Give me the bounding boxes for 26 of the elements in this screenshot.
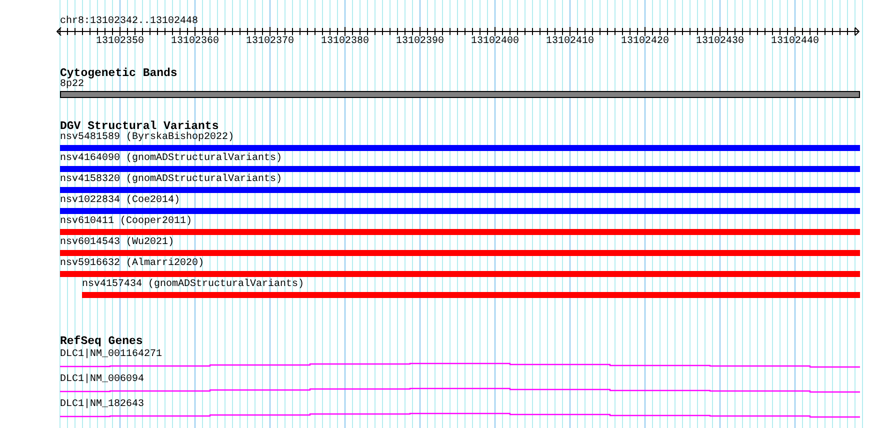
ruler-tick-label: 13102420 xyxy=(621,36,669,47)
gene-label: DLC1|NM_001164271 xyxy=(60,350,162,360)
track-title: DGV Structural Variants xyxy=(60,121,219,133)
gene-label: DLC1|NM_182643 xyxy=(60,400,144,410)
variant-label: nsv4158320 (gnomADStructuralVariants) xyxy=(60,175,282,185)
variant-label: nsv6014543 (Wu2021) xyxy=(60,238,174,248)
band-label: 8p22 xyxy=(60,80,84,90)
track-title: RefSeq Genes xyxy=(60,336,143,348)
variant-label: nsv1022834 (Coe2014) xyxy=(60,196,180,206)
ruler-tick-label: 13102430 xyxy=(696,36,744,47)
ruler-tick-label: 13102370 xyxy=(246,36,294,47)
variant-label: nsv4164090 (gnomADStructuralVariants) xyxy=(60,154,282,164)
location-label: chr8:13102342..13102448 xyxy=(60,17,198,27)
ruler-tick-label: 13102410 xyxy=(546,36,594,47)
variant-label: nsv5481589 (ByrskaBishop2022) xyxy=(60,133,234,143)
ruler-tick-label: 13102400 xyxy=(471,36,519,47)
track-title: Cytogenetic Bands xyxy=(60,68,178,80)
ruler-tick-label: 13102350 xyxy=(96,36,144,47)
variant-label: nsv4157434 (gnomADStructuralVariants) xyxy=(82,280,304,290)
gene-label: DLC1|NM_006094 xyxy=(60,375,144,385)
ruler-tick-label: 13102390 xyxy=(396,36,444,47)
variant-label: nsv610411 (Cooper2011) xyxy=(60,217,192,227)
variant-label: nsv5916632 (Almarri2020) xyxy=(60,259,204,269)
ruler-tick-label: 13102380 xyxy=(321,36,369,47)
ruler-tick-label: 13102360 xyxy=(171,36,219,47)
ruler-tick-label: 13102440 xyxy=(771,36,819,47)
